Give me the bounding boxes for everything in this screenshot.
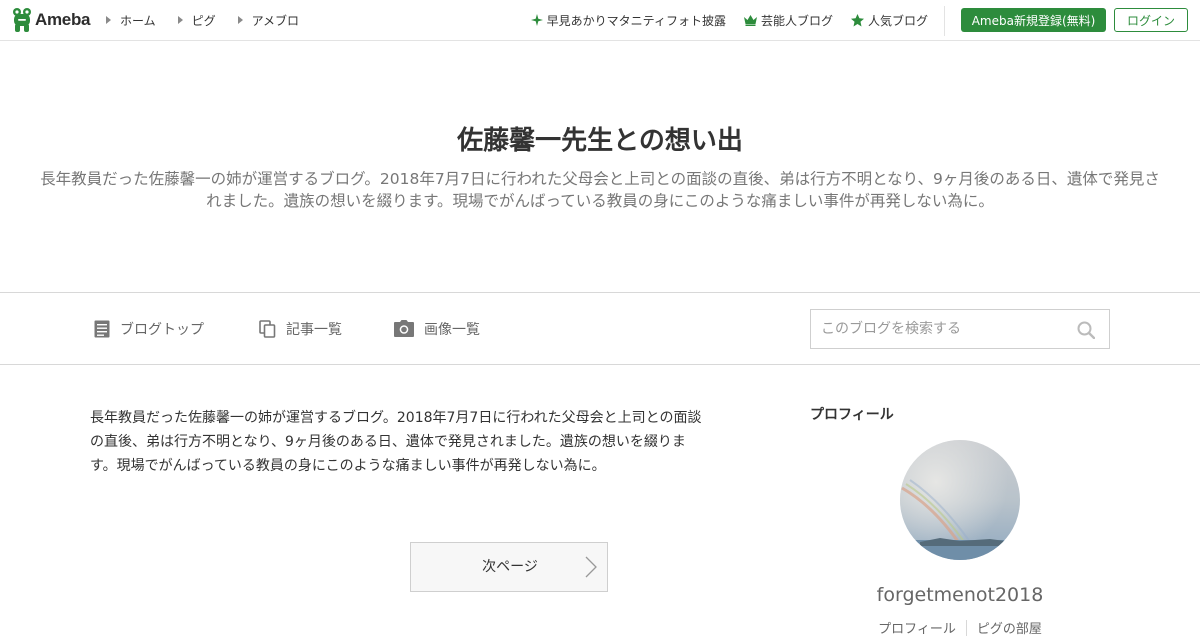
- register-button[interactable]: Ameba新規登録(無料): [961, 8, 1106, 32]
- nav-link-label: ホーム: [120, 13, 156, 28]
- nav-link-label: ピグ: [191, 13, 216, 28]
- blog-intro-text: 長年教員だった佐藤馨一の姉が運営するブログ。2018年7月7日に行われた父母会と…: [90, 410, 702, 474]
- triangle-right-icon: [237, 16, 243, 24]
- frog-logo-icon: [13, 8, 31, 32]
- blog-search: [810, 309, 1110, 349]
- pigg-room-link[interactable]: ピグの部屋: [977, 618, 1042, 637]
- profile-username[interactable]: forgetmenot2018: [810, 584, 1110, 606]
- avatar-image: [900, 440, 1020, 560]
- link-divider: [965, 620, 967, 636]
- camera-icon: [394, 320, 414, 337]
- promo-link-popular-blog[interactable]: 人気ブログ: [850, 12, 928, 29]
- star-icon: [850, 13, 864, 26]
- promo-link-maternity-photo[interactable]: 早見あかりマタニティフォト披露: [530, 12, 726, 29]
- blog-search-input[interactable]: [821, 310, 1071, 348]
- promo-link-label: 早見あかりマタニティフォト披露: [546, 13, 726, 28]
- next-page-button[interactable]: 次ページ: [410, 542, 608, 592]
- blog-description: 長年教員だった佐藤馨一の姉が運営するブログ。2018年7月7日に行われた父母会と…: [40, 170, 1160, 210]
- logo-text: Ameba: [35, 10, 91, 29]
- promo-link-celebrity-blog[interactable]: 芸能人ブログ: [743, 12, 833, 29]
- blog-nav: ブログトップ 記事一覧 画像一覧: [0, 292, 1200, 365]
- crown-icon: [743, 14, 757, 26]
- profile-links: プロフィール ピグの部屋: [810, 618, 1110, 637]
- profile-link[interactable]: プロフィール: [878, 618, 956, 637]
- nav-link-home[interactable]: ホーム: [106, 12, 156, 29]
- promo-link-label: 人気ブログ: [867, 13, 928, 28]
- tab-label: ブログトップ: [120, 321, 204, 338]
- triangle-right-icon: [106, 16, 111, 24]
- tab-label: 画像一覧: [424, 321, 480, 338]
- login-button[interactable]: ログイン: [1114, 8, 1188, 32]
- nav-link-label: アメブロ: [251, 13, 300, 28]
- search-icon[interactable]: [1077, 321, 1095, 339]
- triangle-right-icon: [177, 16, 183, 24]
- ameba-logo[interactable]: Ameba: [11, 7, 90, 33]
- promo-link-label: 芸能人ブログ: [760, 13, 833, 28]
- tab-image-list[interactable]: 画像一覧: [394, 293, 480, 364]
- global-header: Ameba ホーム ピグ アメブロ 早見あかりマタニティフォト披露 芸能人ブログ…: [0, 0, 1200, 41]
- avatar[interactable]: [900, 440, 1020, 560]
- blog-title[interactable]: 佐藤馨一先生との想い出: [0, 120, 1200, 157]
- copy-icon: [259, 319, 276, 338]
- nav-link-ameblo[interactable]: アメブロ: [237, 12, 300, 29]
- promo-links: 早見あかりマタニティフォト披露 芸能人ブログ 人気ブログ: [513, 0, 928, 40]
- next-page-label: 次ページ: [482, 559, 538, 575]
- tab-blog-top[interactable]: ブログトップ: [94, 293, 204, 364]
- document-icon: [94, 320, 110, 337]
- sparkle-icon: [530, 14, 543, 26]
- chevron-right-icon: [585, 556, 597, 578]
- header-divider: [944, 6, 945, 36]
- profile-heading: プロフィール: [810, 407, 894, 423]
- tab-article-list[interactable]: 記事一覧: [259, 293, 342, 364]
- nav-link-pigg[interactable]: ピグ: [177, 12, 216, 29]
- global-nav: ホーム ピグ アメブロ: [106, 0, 321, 40]
- tab-label: 記事一覧: [286, 321, 342, 338]
